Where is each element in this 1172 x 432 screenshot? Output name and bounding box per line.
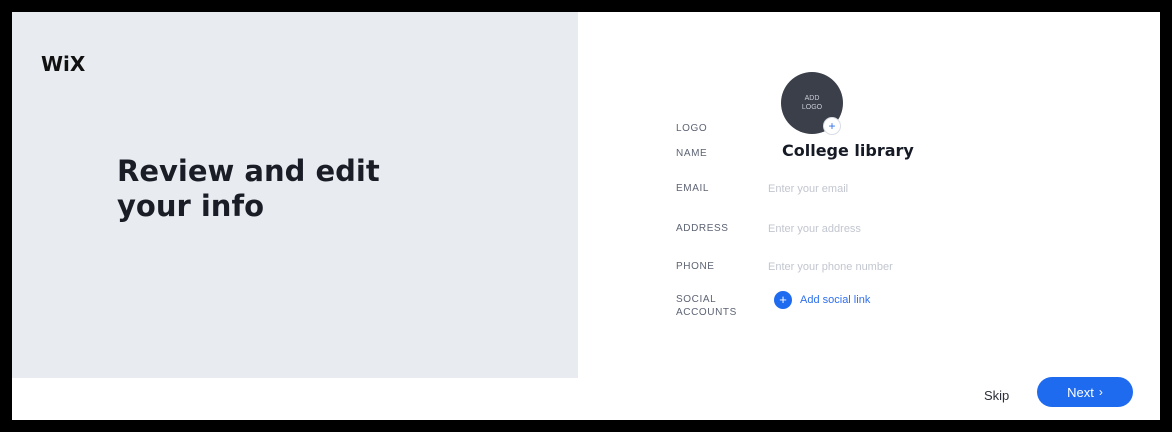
window-frame: WiX Review and edit your info LOGO ADD L… (0, 0, 1172, 432)
plus-circle-icon: + (774, 291, 792, 309)
logo-label: LOGO (676, 123, 708, 134)
social-label-line-2: ACCOUNTS (676, 307, 737, 318)
address-label: ADDRESS (676, 223, 729, 234)
title-line-2: your info (117, 189, 264, 223)
add-logo-button[interactable]: ADD LOGO + (781, 72, 843, 135)
add-social-link-label: Add social link (800, 294, 871, 306)
email-label: EMAIL (676, 183, 710, 194)
add-logo-text: ADD LOGO (801, 95, 823, 111)
name-label: NAME (676, 148, 708, 159)
skip-button[interactable]: Skip (984, 388, 1009, 403)
social-accounts-label: SOCIAL ACCOUNTS (676, 293, 737, 319)
title-line-1: Review and edit (117, 154, 380, 188)
wix-logo: WiX (41, 52, 86, 76)
add-social-link-button[interactable]: + Add social link (774, 291, 870, 309)
phone-label: PHONE (676, 261, 715, 272)
social-label-line-1: SOCIAL (676, 294, 717, 305)
left-panel: WiX Review and edit your info (12, 12, 578, 378)
chevron-right-icon: › (1098, 385, 1103, 399)
email-field[interactable] (768, 181, 1068, 197)
page-title: Review and edit your info (117, 154, 380, 224)
next-label: Next (1067, 384, 1094, 400)
phone-field[interactable] (768, 259, 1068, 275)
address-field[interactable] (768, 221, 1068, 237)
onboarding-dialog: WiX Review and edit your info LOGO ADD L… (12, 12, 1160, 420)
name-field[interactable]: College library (782, 141, 914, 160)
form-panel: LOGO ADD LOGO + NAME College library EMA… (578, 12, 1160, 378)
plus-icon[interactable]: + (823, 117, 841, 135)
next-button[interactable]: Next › (1037, 377, 1133, 407)
